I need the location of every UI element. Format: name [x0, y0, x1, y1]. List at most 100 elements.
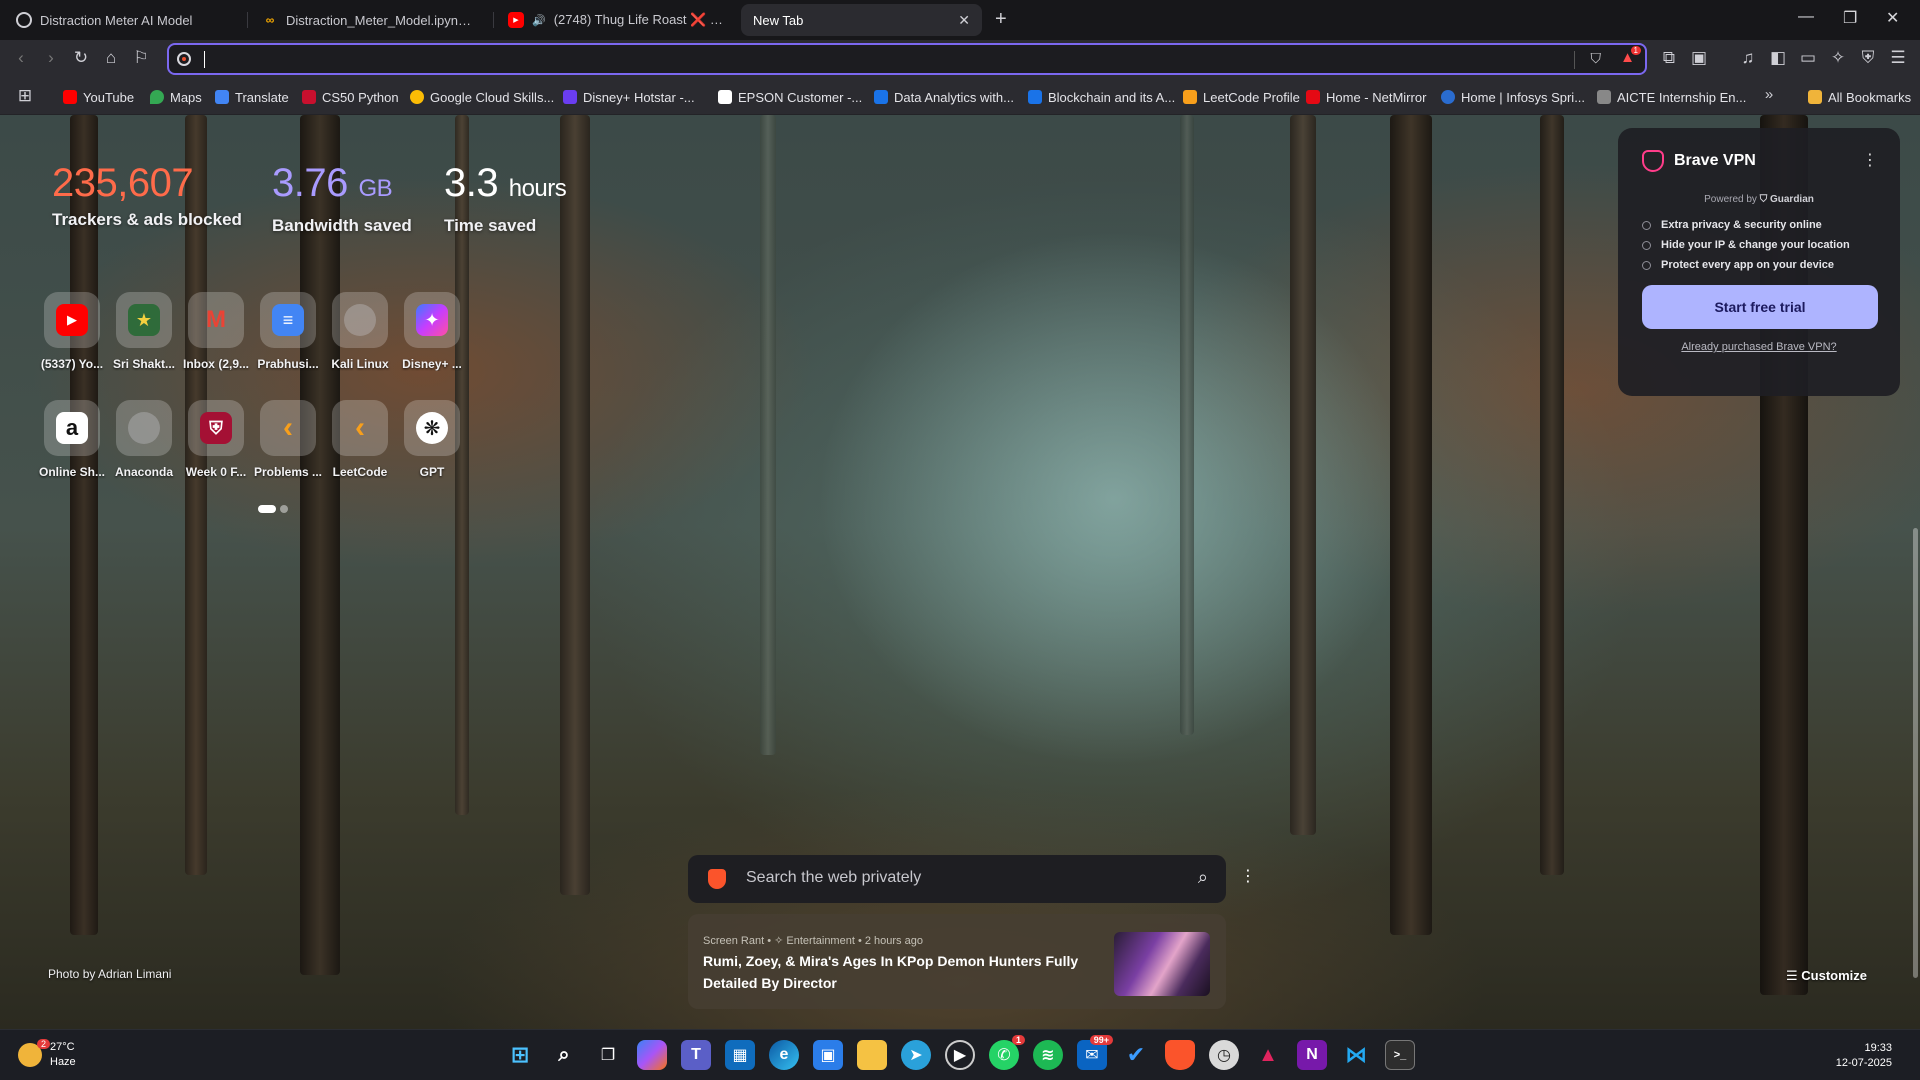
top-site-anaconda[interactable]: Anaconda — [108, 400, 180, 479]
bookmark-blockchain[interactable]: Blockchain and its A... — [1028, 88, 1175, 106]
media-icon[interactable]: ♫ — [1737, 48, 1759, 68]
minimize-icon[interactable]: — — [1798, 8, 1814, 26]
start-free-trial-button[interactable]: Start free trial — [1642, 285, 1878, 329]
file-explorer-icon[interactable] — [857, 1040, 887, 1070]
bookmark-aicte[interactable]: AICTE Internship En... — [1597, 88, 1746, 106]
temperature: 27°C — [50, 1041, 75, 1053]
photo-credit[interactable]: Photo by Adrian Limani — [48, 967, 171, 981]
bookmark-translate[interactable]: Translate — [215, 88, 289, 106]
top-site-tile — [332, 292, 388, 348]
tab-youtube[interactable]: ▶ 🔊 (2748) Thug Life Roast ❌ குடும் — [496, 4, 736, 36]
bookmark-epson[interactable]: EPSON Customer -... — [718, 88, 862, 106]
forward-icon[interactable]: › — [40, 48, 62, 68]
apps-grid-icon[interactable]: ⊞ — [14, 86, 36, 106]
spotify-icon[interactable]: ≋ — [1033, 1040, 1063, 1070]
store-icon[interactable]: ▣ — [813, 1040, 843, 1070]
restore-icon[interactable]: ❐ — [1843, 8, 1857, 28]
sidebar-icon[interactable]: ◧ — [1767, 48, 1789, 68]
bookmark-infosys[interactable]: Home | Infosys Spri... — [1441, 88, 1585, 106]
affinity-icon[interactable]: ▲ — [1253, 1040, 1283, 1070]
close-icon[interactable]: ✕ — [958, 12, 970, 29]
extensions-icon[interactable]: ⧉ — [1658, 48, 1680, 68]
top-site-gpt[interactable]: ❋ GPT — [396, 400, 468, 479]
system-clock[interactable]: 19:33 12-07-2025 — [1836, 1041, 1892, 1071]
top-site-problems[interactable]: ‹ Problems ... — [252, 400, 324, 479]
tab-new-tab[interactable]: New Tab ✕ — [741, 4, 982, 36]
bookmarks-bar: ⊞ YouTube Maps Translate CS50 Python Goo… — [0, 79, 1920, 115]
openai-icon: ❋ — [416, 412, 448, 444]
search-box[interactable]: Search the web privately ⌕ — [688, 855, 1226, 903]
top-site-leetcode[interactable]: ‹ LeetCode — [324, 400, 396, 479]
new-tab-button[interactable]: + — [995, 8, 1007, 31]
vscode-icon[interactable]: ⋈ — [1341, 1040, 1371, 1070]
page-dot[interactable] — [280, 505, 288, 513]
edge-icon[interactable]: e — [769, 1040, 799, 1070]
search-taskbar-icon[interactable]: ⌕ — [549, 1040, 579, 1070]
reload-icon[interactable]: ↻ — [70, 48, 92, 68]
scrollbar[interactable] — [1913, 528, 1918, 978]
clock-app-icon[interactable]: ◷ — [1209, 1040, 1239, 1070]
search-options-icon[interactable]: ⋮ — [1240, 866, 1256, 886]
already-purchased-link[interactable]: Already purchased Brave VPN? — [1642, 341, 1876, 353]
back-icon[interactable]: ‹ — [10, 48, 32, 68]
home-icon[interactable]: ⌂ — [100, 48, 122, 68]
bookmark-google-cloud[interactable]: Google Cloud Skills... — [410, 88, 554, 106]
menu-icon[interactable]: ☰ — [1887, 48, 1909, 68]
background-tree — [1290, 115, 1316, 835]
mail-icon[interactable]: ✉ 99+ — [1077, 1035, 1113, 1070]
more-options-icon[interactable]: ⋮ — [1862, 150, 1878, 170]
top-site-harvard[interactable]: ⛨ Week 0 F... — [180, 400, 252, 479]
tab-distraction-meter[interactable]: Distraction Meter AI Model — [4, 4, 244, 36]
top-site-sri-shakthi[interactable]: ★ Sri Shakt... — [108, 292, 180, 371]
brave-shields-icon[interactable]: ⛉ — [1591, 50, 1602, 67]
bookmark-label: CS50 Python — [322, 89, 399, 105]
teams-icon[interactable]: T — [681, 1040, 711, 1070]
bookmark-icon[interactable]: ⚐ — [130, 48, 152, 68]
tab-colab[interactable]: ∞ Distraction_Meter_Model.ipynb - Colab — [250, 4, 490, 36]
top-site-gmail[interactable]: M Inbox (2,9... — [180, 292, 252, 371]
screenshot-icon[interactable]: ▣ — [1688, 48, 1710, 68]
search-icon[interactable]: ⌕ — [1198, 867, 1208, 888]
more-bookmarks-icon[interactable]: » — [1758, 86, 1780, 103]
leo-ai-icon[interactable]: ✧ — [1827, 48, 1849, 68]
bookmark-netmirror[interactable]: Home - NetMirror — [1306, 88, 1426, 106]
widgets-icon[interactable]: ▦ — [725, 1040, 755, 1070]
bookmark-cs50[interactable]: CS50 Python — [302, 88, 399, 106]
page-dot-active[interactable] — [258, 505, 276, 513]
netmirror-icon — [1306, 90, 1320, 104]
weather-widget[interactable]: 2 27°C Haze — [18, 1039, 76, 1070]
top-site-amazon[interactable]: a Online Sh... — [36, 400, 108, 479]
copilot-icon[interactable] — [637, 1040, 667, 1070]
wallet-icon[interactable]: ▭ — [1797, 48, 1819, 68]
site-info-icon[interactable] — [177, 52, 191, 66]
news-card[interactable]: Screen Rant • ✧ Entertainment • 2 hours … — [688, 914, 1226, 1009]
bookmark-hotstar[interactable]: Disney+ Hotstar -... — [563, 88, 695, 106]
address-bar[interactable]: ⛉ ▲ 1 — [167, 43, 1647, 75]
media-player-icon[interactable]: ▶ — [945, 1040, 975, 1070]
bookmark-leetcode[interactable]: LeetCode Profile — [1183, 88, 1300, 106]
bookmark-youtube[interactable]: YouTube — [63, 88, 134, 106]
whatsapp-icon[interactable]: ✆ 1 — [989, 1035, 1025, 1070]
top-site-youtube[interactable]: ▶ (5337) Yo... — [36, 292, 108, 371]
all-bookmarks[interactable]: All Bookmarks — [1808, 88, 1911, 106]
guardian-icon: ⛉ — [1759, 194, 1768, 205]
bookmark-maps[interactable]: Maps — [150, 88, 202, 106]
audio-playing-icon[interactable]: 🔊 — [532, 14, 546, 27]
top-site-kali[interactable]: Kali Linux — [324, 292, 396, 371]
start-icon[interactable]: ⊞ — [505, 1040, 535, 1070]
bandwidth-unit: GB — [358, 175, 393, 202]
top-site-disney[interactable]: ✦ Disney+ ... — [396, 292, 468, 371]
customize-button[interactable]: ☰ Customize — [1786, 968, 1867, 984]
todo-icon[interactable]: ✔ — [1121, 1040, 1151, 1070]
task-view-icon[interactable]: ❐ — [593, 1040, 623, 1070]
window-close-icon[interactable]: ✕ — [1886, 8, 1899, 28]
top-site-docs[interactable]: ≡ Prabhusi... — [252, 292, 324, 371]
telegram-icon[interactable]: ➤ — [901, 1040, 931, 1070]
brave-icon[interactable] — [1165, 1040, 1195, 1070]
vpn-icon[interactable]: ⛨ — [1857, 48, 1879, 68]
bookmark-data-analytics[interactable]: Data Analytics with... — [874, 88, 1014, 106]
stat-time: 3.3 hours Time saved — [444, 160, 567, 236]
check-icon — [1642, 240, 1651, 250]
terminal-icon[interactable]: >_ — [1385, 1040, 1415, 1070]
onenote-icon[interactable]: N — [1297, 1040, 1327, 1070]
